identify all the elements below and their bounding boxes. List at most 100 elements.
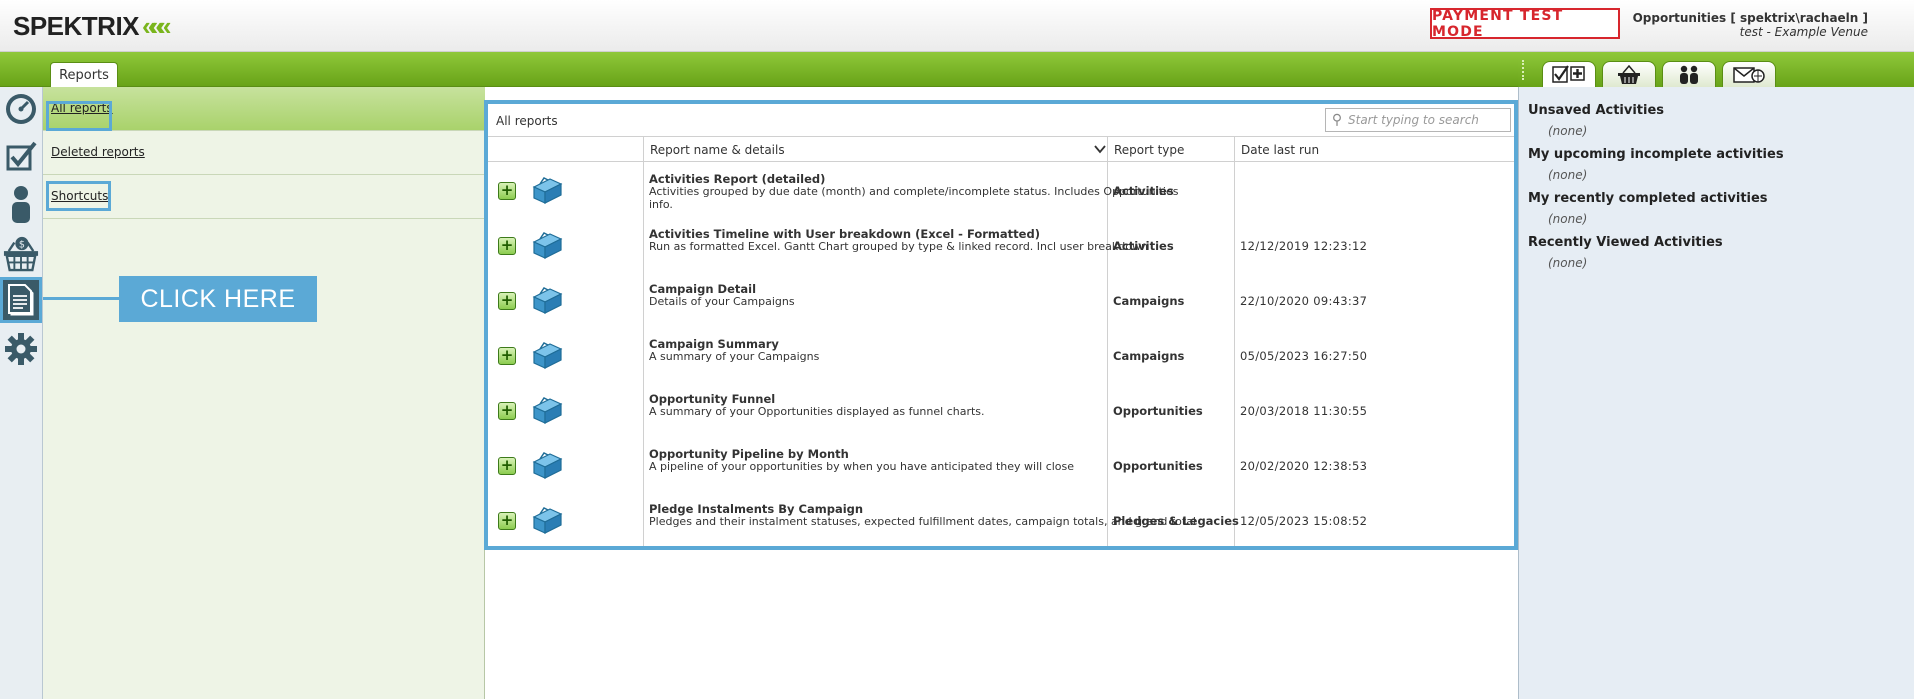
table-row[interactable]: + Campaign Summary A summary of your Campa…	[488, 328, 1514, 383]
reports-grid: All reports ⚲ Start typing to search Rep…	[484, 100, 1518, 550]
col-header-type[interactable]: Report type	[1107, 137, 1234, 162]
basket-tab-icon	[1618, 64, 1640, 84]
table-row[interactable]: + Campaign Detail Details of your Campaign…	[488, 273, 1514, 328]
table-row[interactable]: + Opportunity Funnel A summary of your Opp…	[488, 383, 1514, 438]
report-name[interactable]: Campaign Detail	[649, 282, 756, 296]
grid-title: All reports	[496, 114, 558, 128]
report-type: Opportunities	[1113, 459, 1203, 473]
app-window: SPEKTRIX ««« PAYMENT TEST MODE Opportuni…	[0, 0, 1914, 699]
nav-deleted-reports[interactable]: Deleted reports	[43, 131, 485, 175]
user-context: Opportunities [ spektrix\rachaeln ]	[1632, 11, 1868, 25]
report-type: Opportunities	[1113, 404, 1203, 418]
left-icon-rail: $	[0, 87, 43, 699]
table-row[interactable]: + Pledge Instalments By Campaign Pledges a…	[488, 493, 1514, 548]
basket-tab[interactable]	[1602, 61, 1656, 87]
dashboard-icon	[6, 94, 36, 124]
settings-button[interactable]	[3, 329, 39, 369]
col-header-date[interactable]: Date last run	[1234, 137, 1514, 162]
click-here-callout: CLICK HERE	[119, 276, 317, 322]
table-row[interactable]: + Activities Report (detailed) Activities …	[488, 163, 1514, 218]
col-header-date-label: Date last run	[1241, 142, 1320, 157]
section-value: (none)	[1548, 256, 1588, 270]
report-type: Activities	[1113, 239, 1174, 253]
highlight-shortcuts	[46, 181, 111, 211]
col-header-type-label: Report type	[1114, 142, 1185, 157]
venue-context: test - Example Venue	[1739, 25, 1868, 39]
customer-button[interactable]	[3, 184, 39, 224]
section-completed-activities[interactable]: My recently completed activities	[1528, 191, 1768, 206]
report-box-icon	[530, 285, 564, 315]
payment-test-mode-badge: PAYMENT TEST MODE	[1430, 8, 1620, 40]
activities-side-panel: Unsaved Activities (none) My upcoming in…	[1518, 87, 1914, 699]
grid-header: All reports ⚲ Start typing to search	[488, 104, 1514, 137]
tasks-icon	[6, 141, 37, 171]
table-row[interactable]: + Opportunity Pipeline by Month A pipeline…	[488, 438, 1514, 493]
reports-navigation: All reports Deleted reports Shortcuts	[43, 87, 485, 699]
activities-tab-icon	[1552, 64, 1585, 83]
customers-tab-icon	[1680, 65, 1698, 84]
expand-plus-icon[interactable]: +	[498, 292, 516, 310]
messages-tab[interactable]	[1722, 61, 1776, 87]
report-name[interactable]: Activities Timeline with User breakdown …	[649, 227, 1040, 241]
search-placeholder: Start typing to search	[1348, 113, 1479, 127]
top-header: SPEKTRIX ««« PAYMENT TEST MODE Opportuni…	[0, 0, 1914, 52]
section-unsaved-activities[interactable]: Unsaved Activities	[1528, 103, 1664, 118]
col-header-name[interactable]: Report name & details	[643, 137, 1108, 162]
tab-reports[interactable]: Reports	[50, 62, 118, 87]
report-date-last-run: 20/03/2018 11:30:55	[1240, 404, 1368, 418]
nav-deleted-reports-link[interactable]: Deleted reports	[51, 145, 145, 159]
tasks-button[interactable]	[3, 136, 39, 176]
section-value: (none)	[1548, 168, 1588, 182]
section-recently-viewed[interactable]: Recently Viewed Activities	[1528, 235, 1723, 250]
report-box-icon	[530, 450, 564, 480]
callout-connector	[43, 297, 119, 300]
report-type: Activities	[1113, 184, 1174, 198]
dashboard-button[interactable]	[3, 89, 39, 129]
section-value: (none)	[1548, 212, 1588, 226]
report-type: Campaigns	[1113, 294, 1185, 308]
report-name[interactable]: Activities Report (detailed)	[649, 172, 825, 186]
reports-icon	[8, 284, 34, 316]
report-name[interactable]: Opportunity Funnel	[649, 392, 775, 406]
search-input[interactable]: ⚲ Start typing to search	[1325, 108, 1511, 132]
messages-tab-icon	[1733, 66, 1765, 83]
col-header-name-label: Report name & details	[650, 142, 785, 157]
table-row[interactable]: + Activities Timeline with User breakdown…	[488, 218, 1514, 273]
expand-plus-icon[interactable]: +	[498, 512, 516, 530]
report-date-last-run: 05/05/2023 16:27:50	[1240, 349, 1368, 363]
report-date-last-run: 12/12/2019 12:23:12	[1240, 239, 1368, 253]
basket-icon: $	[3, 236, 39, 272]
svg-text:$: $	[19, 239, 25, 250]
report-type: Campaigns	[1113, 349, 1185, 363]
report-name[interactable]: Campaign Summary	[649, 337, 779, 351]
logo-chevrons-icon: «««	[142, 11, 172, 41]
report-date-last-run: 12/05/2023 15:08:52	[1240, 514, 1368, 528]
settings-icon	[5, 333, 37, 365]
column-headers: Report name & details Report type Date l…	[488, 137, 1514, 162]
resize-grip-icon[interactable]	[1522, 60, 1525, 80]
section-value: (none)	[1548, 124, 1588, 138]
search-icon: ⚲	[1331, 112, 1343, 128]
user-info: Opportunities [ spektrix\rachaeln ] test…	[1633, 11, 1868, 39]
section-upcoming-activities[interactable]: My upcoming incomplete activities	[1528, 147, 1784, 162]
basket-button[interactable]: $	[3, 233, 39, 273]
highlight-all-reports	[46, 101, 112, 131]
report-box-icon	[530, 340, 564, 370]
report-box-icon	[530, 395, 564, 425]
expand-plus-icon[interactable]: +	[498, 237, 516, 255]
report-date-last-run: 22/10/2020 09:43:37	[1240, 294, 1368, 308]
customer-icon	[12, 186, 30, 223]
expand-plus-icon[interactable]: +	[498, 402, 516, 420]
main-tab-bar: Reports	[0, 52, 1518, 87]
report-name[interactable]: Opportunity Pipeline by Month	[649, 447, 849, 461]
report-box-icon	[530, 505, 564, 535]
expand-plus-icon[interactable]: +	[498, 347, 516, 365]
spektrix-logo[interactable]: SPEKTRIX «««	[13, 11, 172, 42]
reports-button[interactable]	[0, 277, 42, 323]
activities-tab[interactable]	[1542, 61, 1596, 87]
expand-plus-icon[interactable]: +	[498, 182, 516, 200]
report-name[interactable]: Pledge Instalments By Campaign	[649, 502, 863, 516]
customers-tab[interactable]	[1662, 61, 1716, 87]
chevron-down-icon[interactable]	[1094, 145, 1106, 154]
expand-plus-icon[interactable]: +	[498, 457, 516, 475]
